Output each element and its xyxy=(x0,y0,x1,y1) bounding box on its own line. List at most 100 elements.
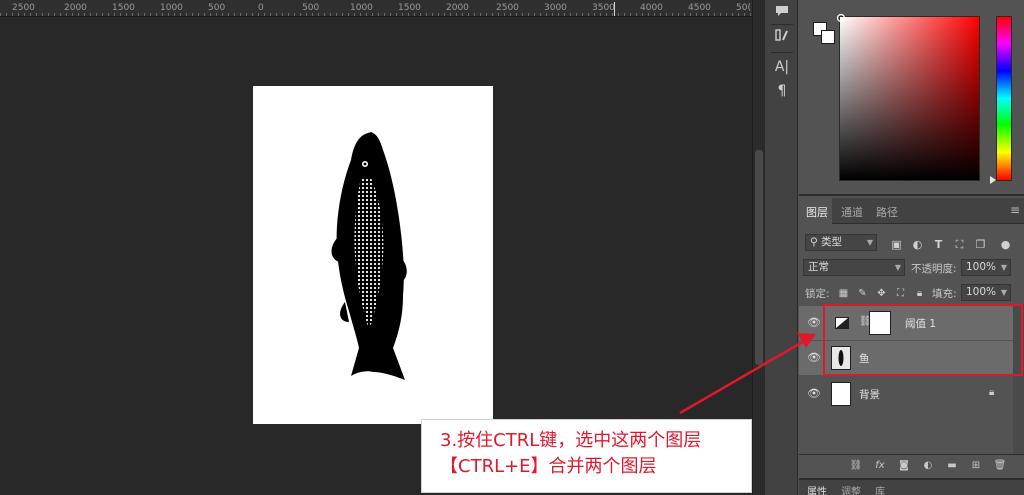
ruler-tick xyxy=(486,13,487,16)
filter-pixel-icon[interactable]: ▣ xyxy=(890,238,903,251)
ruler-tick xyxy=(504,13,505,16)
ruler-label: 50( xyxy=(736,3,751,13)
blend-mode-value: 正常 xyxy=(808,261,829,273)
hue-slider[interactable] xyxy=(996,16,1012,181)
ruler-tick xyxy=(258,13,259,16)
ruler-tick xyxy=(252,13,253,16)
ruler-tick xyxy=(48,13,49,16)
lock-transparent-pixels-icon[interactable]: ▦ xyxy=(837,287,850,300)
ruler-tick xyxy=(564,13,565,16)
tab-properties[interactable]: 属性 xyxy=(807,483,827,495)
ruler-tick xyxy=(642,13,643,16)
ruler-tick xyxy=(612,13,613,16)
ruler-tick xyxy=(402,13,403,16)
tab-channels[interactable]: 通道 xyxy=(841,204,863,220)
ruler-tick xyxy=(588,13,589,16)
tab-layers[interactable]: 图层 xyxy=(806,204,828,220)
new-layer-icon[interactable]: ⊞ xyxy=(969,459,983,473)
ruler-label: 0 xyxy=(258,3,264,13)
paragraph-panel-icon[interactable]: ¶ xyxy=(770,80,794,102)
link-layers-icon[interactable]: ⛓ xyxy=(849,459,863,473)
fill-field[interactable]: 100% ▼ xyxy=(961,284,1011,301)
color-picker-field[interactable] xyxy=(836,13,980,181)
visibility-eye-icon[interactable]: 👁︎ xyxy=(807,387,821,401)
visibility-eye-icon[interactable]: 👁︎ xyxy=(807,351,821,365)
ruler-tick xyxy=(108,13,109,16)
ruler-tick xyxy=(300,13,301,16)
opacity-label: 不透明度: xyxy=(911,263,957,275)
hue-slider-handle[interactable] xyxy=(990,176,996,184)
ruler-tick xyxy=(630,13,631,16)
ruler-tick xyxy=(414,13,415,16)
lock-image-pixels-icon[interactable]: ✎ xyxy=(856,287,869,300)
ruler-tick xyxy=(372,13,373,16)
new-group-icon[interactable]: ▬ xyxy=(945,459,959,473)
lock-icon: 🔒︎ xyxy=(989,387,995,398)
layer-row-background[interactable]: 👁︎ 背景 🔒︎ xyxy=(799,377,1013,411)
filter-type-icon[interactable]: T xyxy=(932,238,945,251)
ruler-tick xyxy=(408,13,409,16)
canvas-vertical-scrollbar[interactable] xyxy=(752,0,764,495)
ruler-tick xyxy=(180,13,181,16)
tab-adjustments[interactable]: 调整 xyxy=(841,483,861,495)
ruler-tick xyxy=(438,13,439,16)
panel-menu-icon[interactable]: ≡ xyxy=(1010,203,1020,217)
ruler-tick xyxy=(606,13,607,16)
tab-libraries[interactable]: 库 xyxy=(875,483,885,495)
ruler-tick xyxy=(726,13,727,16)
brush-settings-icon[interactable] xyxy=(770,24,794,46)
ruler-tick xyxy=(684,13,685,16)
ruler-tick xyxy=(12,13,13,16)
ruler-tick xyxy=(576,13,577,16)
ruler-tick xyxy=(498,13,499,16)
tab-paths[interactable]: 路径 xyxy=(876,204,898,220)
filter-smart-object-icon[interactable]: ❐ xyxy=(974,238,987,251)
ruler-tick xyxy=(546,13,547,16)
ruler-tick xyxy=(30,13,31,16)
horizontal-ruler: 2500 2000 1500 1000 500 0 500 1000 1500 … xyxy=(0,0,752,17)
ruler-tick xyxy=(186,13,187,16)
ruler-tick xyxy=(582,13,583,16)
ruler-tick xyxy=(324,13,325,16)
ruler-tick xyxy=(510,13,511,16)
ruler-tick xyxy=(516,13,517,16)
ruler-tick xyxy=(222,13,223,16)
ruler-tick xyxy=(396,13,397,16)
ruler-tick xyxy=(96,13,97,16)
lock-all-icon[interactable]: 🔒︎ xyxy=(913,287,926,300)
ruler-tick xyxy=(156,13,157,16)
ruler-label: 2000 xyxy=(446,3,469,13)
ruler-tick xyxy=(528,13,529,16)
ruler-tick xyxy=(702,13,703,16)
ruler-tick xyxy=(480,13,481,16)
document-canvas[interactable] xyxy=(253,86,493,424)
character-panel-icon[interactable]: A| xyxy=(770,56,794,78)
blend-mode-dropdown[interactable]: 正常 ▼ xyxy=(803,259,905,276)
new-adjustment-layer-icon[interactable]: ◐ xyxy=(921,459,935,473)
background-color-swatch[interactable] xyxy=(821,30,835,44)
ruler-tick xyxy=(462,13,463,16)
layer-filter-dropdown[interactable]: ⚲ 类型 ▼ xyxy=(805,234,877,251)
visibility-eye-icon[interactable]: 👁︎ xyxy=(807,316,821,330)
layers-footer-toolbar: ⛓ fx ◙ ◐ ▬ ⊞ 🗑︎ xyxy=(799,454,1024,476)
filter-toggle-icon[interactable]: ● xyxy=(999,238,1012,251)
ruler-tick xyxy=(708,13,709,16)
layer-style-fx-icon[interactable]: fx xyxy=(873,459,887,473)
ruler-tick xyxy=(444,13,445,16)
ruler-tick xyxy=(600,13,601,16)
add-mask-icon[interactable]: ◙ xyxy=(897,459,911,473)
delete-layer-icon[interactable]: 🗑︎ xyxy=(993,459,1007,473)
opacity-field[interactable]: 100% ▼ xyxy=(961,259,1011,276)
scrollbar-thumb[interactable] xyxy=(755,150,763,365)
filter-shape-icon[interactable]: ⛶ xyxy=(953,238,966,251)
ruler-tick xyxy=(690,13,691,16)
ruler-tick xyxy=(126,13,127,16)
layer-thumbnail[interactable] xyxy=(831,382,851,406)
filter-adjustment-icon[interactable]: ◐ xyxy=(911,238,924,251)
lock-artboard-icon[interactable]: ⛶ xyxy=(894,287,907,300)
lock-position-icon[interactable]: ✥ xyxy=(875,287,888,300)
fish-image xyxy=(331,132,407,380)
ruler-tick xyxy=(468,13,469,16)
layer-name[interactable]: 背景 xyxy=(859,387,880,402)
comment-icon[interactable] xyxy=(770,0,794,22)
